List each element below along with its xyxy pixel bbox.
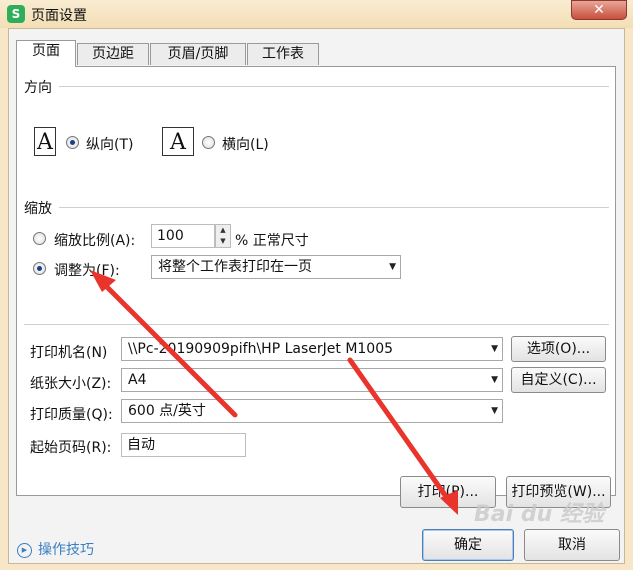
stepper-up-icon[interactable]: ▲ <box>216 225 230 236</box>
paper-size-label: 纸张大小(Z): <box>30 376 112 392</box>
orientation-title: 方向 <box>24 80 52 96</box>
tab-worksheet[interactable]: 工作表 <box>247 43 319 65</box>
dropdown-arrow-icon: ▼ <box>491 406 498 416</box>
dropdown-arrow-icon: ▼ <box>491 344 498 354</box>
portrait-label: 纵向(T) <box>86 137 134 153</box>
dropdown-arrow-icon: ▼ <box>491 375 498 385</box>
printer-name-label: 打印机名(N) <box>30 345 108 361</box>
fit-to-label: 调整为(F): <box>54 263 120 279</box>
scaling-title: 缩放 <box>24 201 52 217</box>
custom-size-button[interactable]: 自定义(C)... <box>511 367 606 393</box>
scale-ratio-radio[interactable] <box>33 232 46 245</box>
fit-to-select[interactable]: 将整个工作表打印在一页 ▼ <box>151 255 401 279</box>
title-bar: S 页面设置 ✕ <box>0 0 633 28</box>
paper-size-value: A4 <box>128 372 147 388</box>
divider <box>59 86 609 87</box>
wps-app-icon: S <box>7 5 25 23</box>
start-page-label: 起始页码(R): <box>30 440 112 456</box>
scale-ratio-stepper[interactable]: ▲ ▼ <box>215 224 231 248</box>
page-tab-panel: 方向 A 纵向(T) A 横向(L) 缩放 缩放比例(A): 100 ▲ ▼ %… <box>16 66 616 496</box>
landscape-label: 横向(L) <box>222 137 269 153</box>
landscape-page-icon: A <box>162 127 194 156</box>
portrait-page-icon: A <box>34 127 56 156</box>
tips-label: 操作技巧 <box>38 542 94 558</box>
divider <box>24 324 609 325</box>
ok-button[interactable]: 确定 <box>422 529 514 561</box>
paper-size-select[interactable]: A4 ▼ <box>121 368 503 392</box>
baidu-watermark: Bai du 经验 <box>474 502 604 527</box>
fit-to-radio[interactable] <box>33 262 46 275</box>
tab-page[interactable]: 页面 <box>16 40 76 67</box>
printer-name-select[interactable]: \\Pc-20190909pifh\HP LaserJet M1005 ▼ <box>121 337 503 361</box>
divider <box>59 207 609 208</box>
dropdown-arrow-icon: ▼ <box>389 262 396 272</box>
portrait-radio[interactable] <box>66 136 79 149</box>
printer-name-value: \\Pc-20190909pifh\HP LaserJet M1005 <box>128 341 394 357</box>
print-quality-select[interactable]: 600 点/英寸 ▼ <box>121 399 503 423</box>
tab-margins[interactable]: 页边距 <box>77 43 149 65</box>
stepper-down-icon[interactable]: ▼ <box>216 236 230 247</box>
fit-to-value: 将整个工作表打印在一页 <box>158 259 312 275</box>
print-quality-value: 600 点/英寸 <box>128 403 206 419</box>
cancel-button[interactable]: 取消 <box>524 529 620 561</box>
tips-link[interactable]: ▶ 操作技巧 <box>17 539 94 559</box>
close-button[interactable]: ✕ <box>571 0 627 20</box>
landscape-radio[interactable] <box>202 136 215 149</box>
print-quality-label: 打印质量(Q): <box>30 407 113 423</box>
window-title: 页面设置 <box>31 8 87 24</box>
tab-header-footer[interactable]: 页眉/页脚 <box>150 43 246 65</box>
scale-ratio-suffix: % 正常尺寸 <box>235 233 309 249</box>
scale-ratio-label: 缩放比例(A): <box>54 233 136 249</box>
printer-options-button[interactable]: 选项(O)... <box>511 336 606 362</box>
play-circle-icon: ▶ <box>17 542 32 558</box>
start-page-input[interactable]: 自动 <box>121 433 246 457</box>
page-setup-dialog: 页面 页边距 页眉/页脚 工作表 方向 A 纵向(T) A 横向(L) 缩放 缩… <box>8 28 625 564</box>
scale-ratio-input[interactable]: 100 <box>151 224 215 248</box>
